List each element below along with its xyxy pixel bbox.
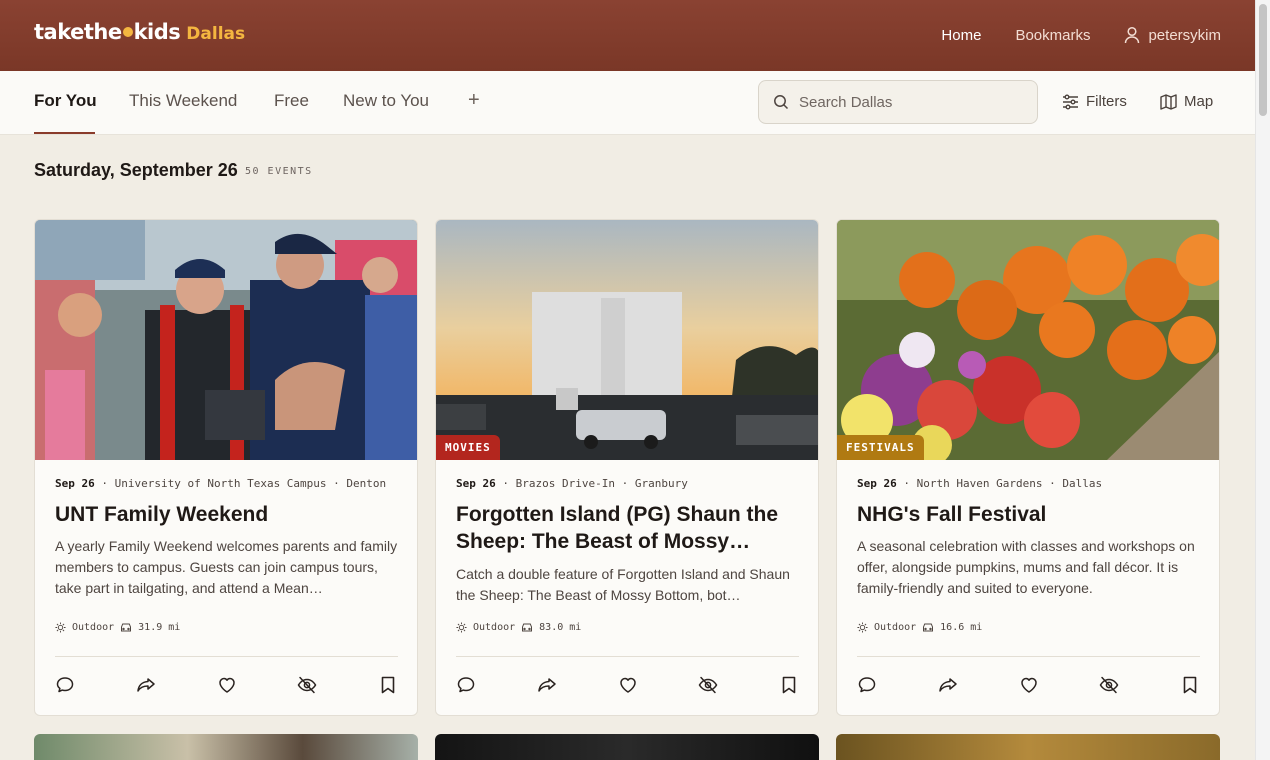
share-icon[interactable] (136, 675, 156, 695)
event-photo[interactable] (35, 220, 417, 460)
event-setting: Outdoor (72, 622, 115, 633)
heart-icon[interactable] (1019, 675, 1039, 695)
car-icon (923, 623, 934, 632)
card-divider (456, 656, 799, 657)
tab-new-to-you[interactable]: New to You (343, 91, 429, 111)
nav-bookmarks[interactable]: Bookmarks (1015, 27, 1090, 44)
event-title[interactable]: UNT Family Weekend (55, 501, 400, 528)
event-card-peek[interactable] (836, 734, 1220, 760)
tab-this-weekend[interactable]: This Weekend (129, 91, 237, 111)
share-icon[interactable] (938, 675, 958, 695)
event-venue[interactable]: Brazos Drive-In (516, 477, 615, 490)
comment-icon[interactable] (456, 675, 476, 695)
car-icon (522, 623, 533, 632)
event-setting: Outdoor (473, 622, 516, 633)
logo-wordmark: takethe kids (34, 20, 181, 44)
filters-button[interactable]: Filters (1062, 93, 1127, 110)
event-photo[interactable]: FESTIVALS (837, 220, 1219, 460)
logo-city: Dallas (186, 24, 246, 44)
search-icon (774, 95, 789, 110)
bookmark-icon[interactable] (779, 675, 799, 695)
date-heading: Saturday, September 26 (34, 160, 238, 180)
map-button[interactable]: Map (1160, 93, 1213, 110)
event-description: A seasonal celebration with classes and … (857, 538, 1195, 596)
tab-bar: For You This Weekend Free New to You + F… (0, 71, 1255, 135)
event-tags: Outdoor 83.0 mi (456, 622, 581, 633)
event-date: Sep 26 (857, 477, 897, 490)
event-card[interactable]: FESTIVALS Sep 26 · North Haven Gardens ·… (836, 219, 1220, 716)
top-nav: Home Bookmarks petersykim (941, 26, 1221, 44)
event-photo[interactable]: MOVIES (436, 220, 818, 460)
active-tab-indicator (34, 132, 95, 134)
filters-label: Filters (1086, 93, 1127, 110)
event-card-peek[interactable] (435, 734, 819, 760)
username: petersykim (1148, 26, 1221, 44)
event-card[interactable]: Sep 26 · University of North Texas Campu… (34, 219, 418, 716)
event-distance: 31.9 mi (138, 622, 181, 633)
car-icon (121, 623, 132, 632)
hide-icon[interactable] (297, 675, 317, 695)
search-input[interactable] (799, 93, 1019, 111)
page-scrollbar[interactable] (1255, 0, 1270, 760)
event-meta: Sep 26 · Brazos Drive-In · Granbury (456, 477, 688, 490)
event-city: Denton (346, 477, 387, 490)
event-title[interactable]: Forgotten Island (PG) Shaun the Sheep: T… (456, 501, 801, 555)
nav-home[interactable]: Home (941, 27, 981, 44)
sliders-icon (1063, 94, 1078, 109)
event-setting: Outdoor (874, 622, 917, 633)
map-label: Map (1184, 93, 1214, 110)
card-divider (857, 656, 1200, 657)
event-venue[interactable]: North Haven Gardens (917, 477, 1043, 490)
user-icon (1125, 26, 1140, 44)
comment-icon[interactable] (55, 675, 75, 695)
event-distance: 16.6 mi (940, 622, 983, 633)
bookmark-icon[interactable] (378, 675, 398, 695)
tab-free[interactable]: Free (274, 91, 309, 111)
scrollbar-thumb[interactable] (1259, 4, 1267, 116)
event-date: Sep 26 (55, 477, 95, 490)
sun-icon (857, 622, 868, 633)
comment-icon[interactable] (857, 675, 877, 695)
card-actions (456, 675, 801, 695)
search-box[interactable] (758, 80, 1038, 124)
event-title[interactable]: NHG's Fall Festival (857, 501, 1202, 528)
user-menu[interactable]: petersykim (1124, 26, 1221, 44)
map-icon (1160, 93, 1177, 110)
sun-icon (122, 27, 133, 37)
events-count: 50 EVENTS (245, 166, 313, 177)
add-tab-button[interactable]: + (468, 89, 480, 112)
category-badge: FESTIVALS (837, 435, 924, 460)
event-city: Dallas (1062, 477, 1103, 490)
top-bar: takethe kids Dallas Home Bookmarks peters… (0, 0, 1255, 71)
heart-icon[interactable] (618, 675, 638, 695)
event-card-peek[interactable] (34, 734, 418, 760)
event-distance: 83.0 mi (539, 622, 582, 633)
card-actions (857, 675, 1202, 695)
event-city: Granbury (634, 477, 688, 490)
event-date: Sep 26 (456, 477, 496, 490)
hide-icon[interactable] (1099, 675, 1119, 695)
category-badge: MOVIES (436, 435, 500, 460)
share-icon[interactable] (537, 675, 557, 695)
card-divider (55, 656, 398, 657)
site-logo[interactable]: takethe kids Dallas (34, 20, 245, 44)
heart-icon[interactable] (217, 675, 237, 695)
tab-for-you[interactable]: For You (34, 91, 97, 111)
sun-icon (456, 622, 467, 633)
hide-icon[interactable] (698, 675, 718, 695)
sun-icon (55, 622, 66, 633)
event-description: Catch a double feature of Forgotten Isla… (456, 566, 790, 603)
event-tags: Outdoor 16.6 mi (857, 622, 982, 633)
event-venue[interactable]: University of North Texas Campus (115, 477, 327, 490)
event-tags: Outdoor 31.9 mi (55, 622, 180, 633)
event-meta: Sep 26 · North Haven Gardens · Dallas (857, 477, 1103, 490)
event-card[interactable]: MOVIES Sep 26 · Brazos Drive-In · Granbu… (435, 219, 819, 716)
event-meta: Sep 26 · University of North Texas Campu… (55, 477, 387, 490)
card-actions (55, 675, 400, 695)
event-description: A yearly Family Weekend welcomes parents… (55, 538, 398, 596)
bookmark-icon[interactable] (1180, 675, 1200, 695)
